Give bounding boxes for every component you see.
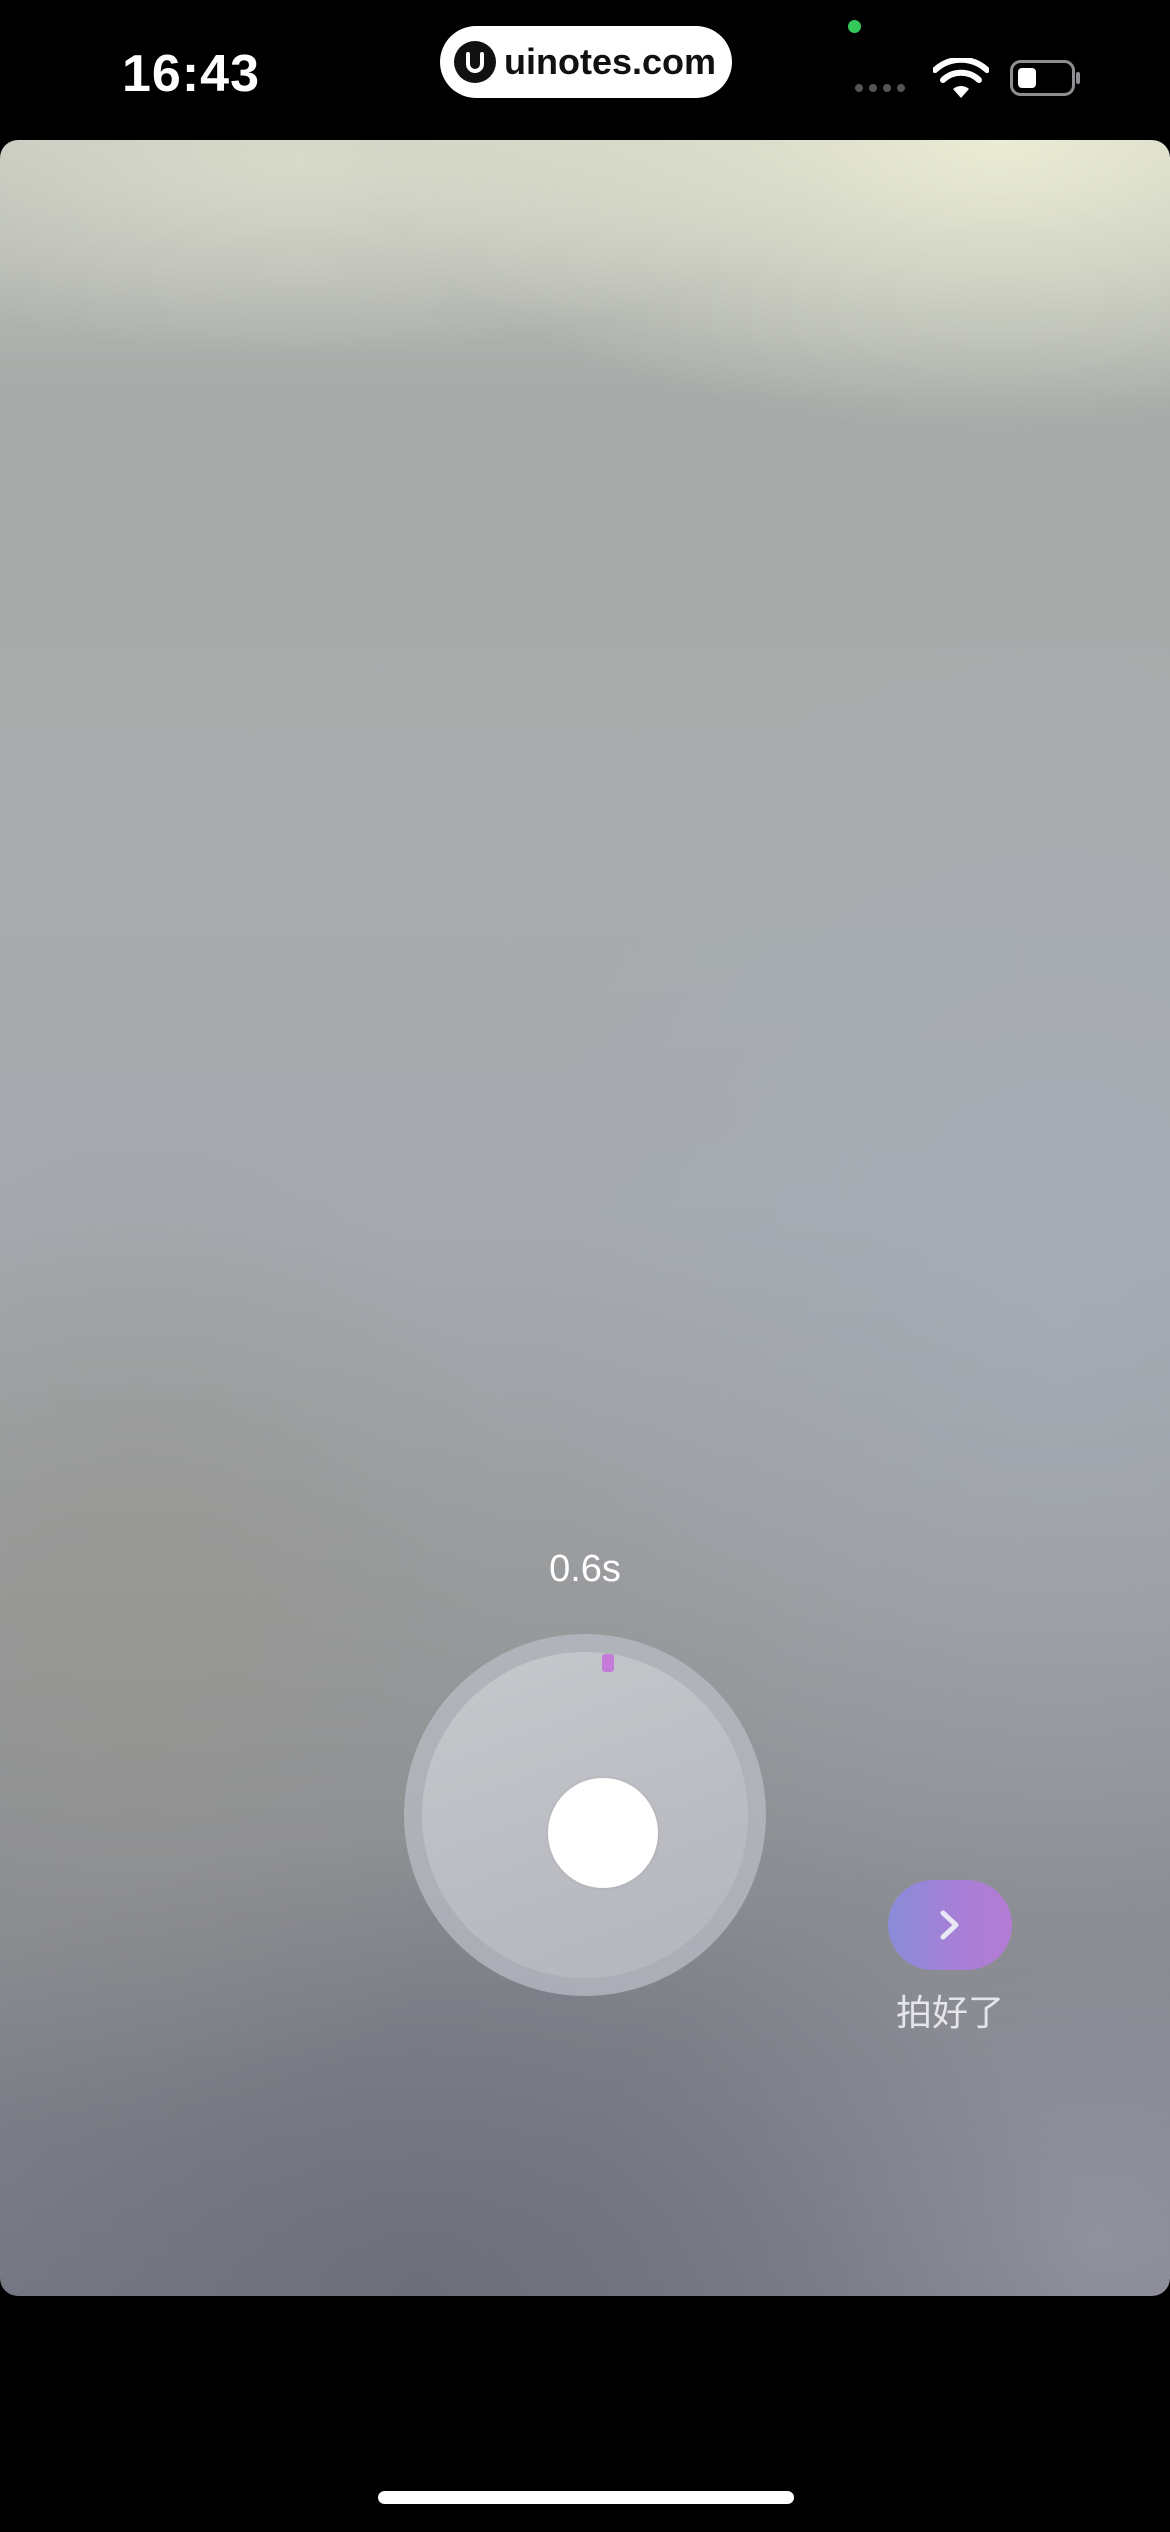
done-label[interactable]: 拍好了 <box>870 1984 1030 2036</box>
record-dot-icon <box>548 1778 658 1888</box>
watermark-logo-icon <box>454 41 496 83</box>
recording-progress-indicator <box>602 1654 614 1672</box>
battery-icon <box>1010 60 1080 96</box>
status-bar: 16:43 uinotes.com <box>0 0 1170 140</box>
record-button-inner[interactable] <box>422 1652 748 1978</box>
camera-in-use-indicator <box>848 20 861 33</box>
watermark-badge: uinotes.com <box>440 26 732 98</box>
wifi-icon <box>933 58 989 98</box>
recording-timer: 0.6s <box>549 1548 621 1590</box>
chevron-right-icon <box>940 1910 959 1940</box>
record-button[interactable] <box>404 1634 766 1996</box>
status-time: 16:43 <box>122 45 260 103</box>
watermark-text: uinotes.com <box>504 41 717 82</box>
done-button[interactable] <box>888 1880 1012 1970</box>
home-indicator[interactable] <box>378 2491 794 2504</box>
signal-icon <box>855 84 905 92</box>
